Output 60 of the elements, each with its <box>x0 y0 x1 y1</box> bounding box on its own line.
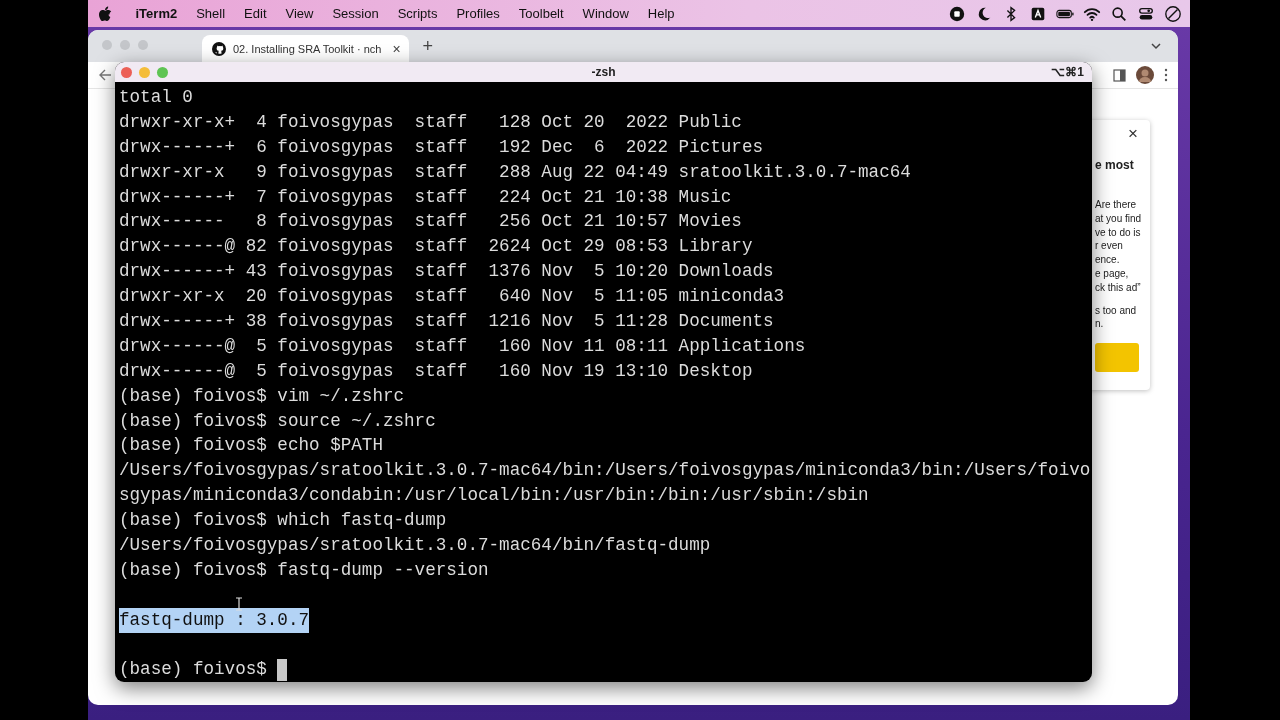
terminal-line: (base) foivos$ <box>119 658 267 682</box>
ad-text: at you find <box>1095 211 1142 226</box>
terminal-line: /Users/foivosgypas/sratoolkit.3.0.7-mac64/bin:/Users/foivosgypas/miniconda3/bin:/Users/foivo <box>119 459 1091 483</box>
window-title: -zsh <box>591 65 616 79</box>
terminal-line: drwx------@ 82 foivosgypas staff 2624 Oct 29 08:53 Library <box>119 235 753 259</box>
close-button[interactable]: × <box>1128 125 1138 142</box>
close-window-button[interactable] <box>121 66 132 78</box>
terminal-line: drwxr-xr-x 9 foivosgypas staff 288 Aug 22 04:49 sratoolkit.3.0.7-mac64 <box>119 160 911 184</box>
shortcut-label: ⌥⌘1 <box>1051 65 1084 79</box>
terminal-line: (base) foivos$ vim ~/.zshrc <box>119 384 405 408</box>
ad-text: Are there <box>1095 198 1138 212</box>
apple-logo-icon[interactable] <box>98 5 112 22</box>
menu-item[interactable]: Shell <box>186 6 235 21</box>
menu-item[interactable]: Window <box>573 6 639 21</box>
menu-item[interactable]: Scripts <box>388 6 447 21</box>
terminal-line: total 0 <box>119 86 193 109</box>
ad-title: e most <box>1095 158 1135 172</box>
menu-item[interactable]: View <box>276 6 323 21</box>
ad-text: r even <box>1095 239 1124 254</box>
back-arrow-icon[interactable] <box>98 68 112 82</box>
record-stop-icon[interactable] <box>948 4 966 23</box>
terminal-line: /Users/foivosgypas/sratoolkit.3.0.7-mac64/bin/fastq-dump <box>119 534 711 558</box>
ad-text: s too and <box>1095 303 1138 318</box>
search-icon[interactable] <box>1110 4 1128 23</box>
ad-text: ve to do is <box>1095 225 1142 240</box>
terminal-line: drwx------+ 43 foivosgypas staff 1376 Nov 5 10:20 Downloads <box>119 260 774 284</box>
terminal-line: (base) foivos$ which fastq-dump <box>119 509 447 533</box>
terminal-line: drwx------+ 7 foivosgypas staff 224 Oct 21 10:38 Music <box>119 185 732 209</box>
ad-text: e page, <box>1095 267 1130 281</box>
terminal-line: (base) foivos$ fastq-dump --version <box>119 558 489 582</box>
tab-title: 02. Installing SRA Toolkit · nch <box>233 42 382 55</box>
app-menu[interactable]: iTerm2 <box>126 6 187 21</box>
terminal-line: drwxr-xr-x 20 foivosgypas staff 640 Nov 5 11:05 miniconda3 <box>119 285 785 309</box>
terminal-line: sgypas/miniconda3/condabin:/usr/local/bin:/usr/bin:/bin:/usr/sbin:/sbin <box>119 484 869 508</box>
new-tab-button[interactable]: + <box>422 36 434 57</box>
terminal-line: drwx------ 8 foivosgypas staff 256 Oct 21 10:57 Movies <box>119 210 742 234</box>
menu-item[interactable]: Session <box>322 6 389 21</box>
avatar-icon[interactable] <box>1136 66 1154 84</box>
menu-item[interactable]: Toolbelt <box>509 6 574 21</box>
ad-text: n. <box>1095 317 1105 332</box>
terminal-line: (base) foivos$ source ~/.zshrc <box>119 409 436 433</box>
menu-item[interactable]: Help <box>638 6 685 21</box>
menu-item[interactable]: Edit <box>234 6 276 21</box>
more-menu-icon[interactable] <box>1164 68 1168 82</box>
ad-text: ck this ad” <box>1095 280 1142 295</box>
terminal-line: drwx------@ 5 foivosgypas staff 160 Nov 11 08:11 Applications <box>119 334 806 358</box>
terminal-line: drwx------+ 38 foivosgypas staff 1216 Nov 5 11:28 Documents <box>119 310 774 333</box>
browser-tab[interactable]: 02. Installing SRA Toolkit · nch × <box>202 35 409 62</box>
terminal-line: drwx------+ 6 foivosgypas staff 192 Dec 6 2022 Pictures <box>119 135 764 159</box>
ad-text: ence. <box>1095 253 1121 267</box>
close-tab-button[interactable]: × <box>392 40 401 57</box>
slashed-circle-icon[interactable] <box>1164 4 1182 23</box>
menu-item[interactable]: Profiles <box>446 6 510 21</box>
chevron-down-icon[interactable] <box>1150 41 1162 51</box>
ibeam-cursor-icon <box>235 597 243 611</box>
github-icon <box>212 41 226 56</box>
terminal-line: drwxr-xr-x+ 4 foivosgypas staff 128 Oct 20 2022 Public <box>119 110 742 134</box>
side-panel-icon[interactable] <box>1113 68 1126 82</box>
terminal-line: drwx------@ 5 foivosgypas staff 160 Nov 19 13:10 Desktop <box>119 359 753 383</box>
terminal-line: (base) foivos$ echo $PATH <box>119 434 383 458</box>
